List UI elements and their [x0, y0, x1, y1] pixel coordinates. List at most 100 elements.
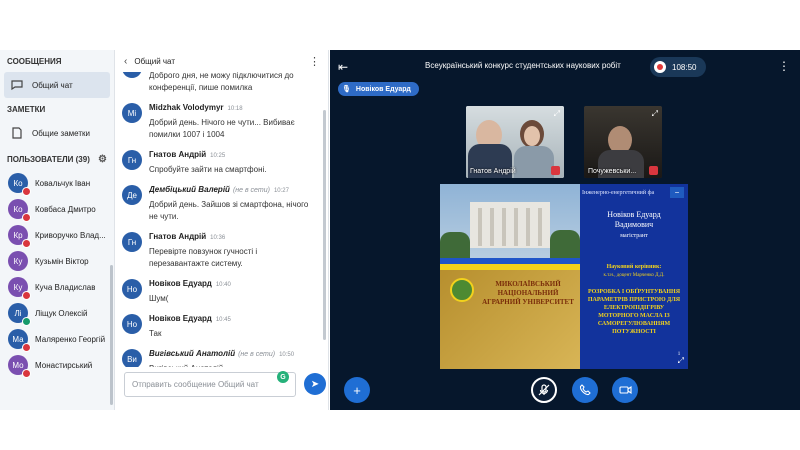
- avatar: Но: [122, 279, 142, 299]
- user-name: Ковбаса Дмитро: [35, 204, 96, 214]
- message-author: Новіков Едуард: [149, 279, 212, 288]
- avatar-initials: Лі: [14, 308, 22, 318]
- chat-scrollbar[interactable]: [323, 110, 326, 340]
- message-header: Midzhak Volodymyr 10:18: [149, 102, 316, 115]
- muted-mic-icon: [22, 369, 31, 378]
- message-header: Дембіцький Валерій (не в сети) 10:27: [149, 184, 316, 197]
- mute-button[interactable]: [531, 377, 557, 403]
- message-time: 10:25: [210, 153, 226, 159]
- minimize-presentation-icon[interactable]: −: [670, 187, 684, 198]
- slide-text-panel: Інженерно-енергетичний фа Новіков Едуард…: [580, 184, 688, 369]
- avatar-initials: Ко: [13, 178, 23, 188]
- message-time: 10:50: [279, 352, 295, 358]
- send-icon: ➤: [310, 378, 320, 390]
- more-options-icon[interactable]: ⋮: [309, 55, 320, 68]
- chevron-left-icon[interactable]: ‹: [124, 56, 127, 67]
- tile-name: Гнатов Андрій: [470, 168, 516, 175]
- message-time: 10:45: [215, 317, 231, 323]
- actions-button[interactable]: +: [344, 377, 370, 403]
- avatar: Ко: [8, 173, 31, 196]
- chat-message: Но Новіков Едуард 10:45 Так: [116, 313, 322, 340]
- muted-mic-icon: [22, 187, 31, 196]
- fullscreen-icon[interactable]: ⤢: [652, 109, 658, 119]
- message-input[interactable]: Отправить сообщение Общий чат G: [124, 371, 296, 397]
- presentation-slide[interactable]: МИКОЛАЇВСЬКИЙ НАЦІОНАЛЬНИЙ АГРАРНИЙ УНІВ…: [440, 184, 688, 369]
- user-name: Маляренко Георгій: [35, 334, 106, 344]
- user-list-item[interactable]: Ко Ковбаса Дмитро: [0, 196, 114, 222]
- avatar: Ма: [8, 329, 31, 352]
- public-chat-label: Общий чат: [32, 80, 73, 90]
- message-header: Вигівський Анатолій (не в сети) 10:50: [149, 348, 316, 361]
- chat-message: Де Дембіцький Валерій (не в сети) 10:27 Добр…: [116, 184, 322, 223]
- message-text: Перевірте повзунок гучності і перезавант…: [149, 247, 258, 268]
- record-icon: [654, 61, 666, 73]
- chat-header: ‹ Общий чат ⋮: [116, 50, 328, 72]
- avatar: Ку: [8, 251, 28, 271]
- nav-shared-notes[interactable]: Общие заметки: [4, 120, 110, 146]
- message-list: Ви Доброго дня, не можу підключитися до к…: [116, 72, 322, 367]
- user-list-scrollbar[interactable]: [110, 265, 113, 405]
- user-list-item[interactable]: Кр Криворучко Влад...: [0, 222, 114, 248]
- document-icon: [8, 127, 26, 139]
- university-building-photo: [440, 184, 580, 258]
- chat-title: Общий чат: [134, 56, 175, 66]
- message-body: Новіков Едуард 10:45 Так: [149, 313, 316, 340]
- user-name: Куча Владислав: [35, 282, 96, 292]
- meeting-header: ⇤ Всеукраїнський конкурс студентських на…: [330, 50, 800, 84]
- more-options-icon[interactable]: ⋮: [778, 59, 790, 73]
- talking-indicator: 🎙 Новіков Едуард: [338, 82, 419, 96]
- recording-indicator[interactable]: 108:50: [650, 57, 706, 77]
- meeting-area: ⇤ Всеукраїнський конкурс студентських на…: [330, 50, 800, 410]
- muted-mic-icon: [649, 166, 658, 175]
- message-text: Вигівський Анатолій: [149, 363, 316, 367]
- avatar: Ко: [8, 199, 31, 222]
- slide-advisor-label: Науковий керівник:: [606, 264, 662, 270]
- message-body: Дембіцький Валерій (не в сети) 10:27 Добрий…: [149, 184, 316, 223]
- nav-public-chat[interactable]: Общий чат: [4, 72, 110, 98]
- video-tile[interactable]: ⤢ Почужевськи...: [584, 106, 662, 178]
- user-name: Монастирський: [35, 360, 93, 370]
- message-author: Гнатов Андрій: [149, 150, 207, 159]
- user-status: (не в сети): [238, 351, 276, 358]
- avatar-initials: Ко: [13, 204, 23, 214]
- fullscreen-icon[interactable]: ⤢: [678, 356, 684, 366]
- avatar: Кр: [8, 225, 31, 248]
- user-list-item[interactable]: Ку Кузьмін Віктор: [0, 248, 114, 274]
- user-list-item[interactable]: Ку Куча Владислав: [0, 274, 114, 300]
- microphone-off-icon: [538, 384, 550, 396]
- users-heading: ПОЛЬЗОВАТЕЛИ (39): [7, 155, 90, 164]
- user-list-item[interactable]: Лі Ліщук Олексій: [0, 300, 114, 326]
- message-body: Гнатов Андрій 10:25 Спробуйте зайти на сма…: [149, 149, 316, 176]
- message-time: 10:27: [273, 188, 289, 194]
- muted-mic-icon: [22, 239, 31, 248]
- app-frame: СООБЩЕНИЯ Общий чат ЗАМЕТКИ Общие заметк…: [0, 50, 800, 410]
- message-text: Доброго дня, не можу підключитися до кон…: [149, 72, 294, 92]
- avatar: Ви: [122, 349, 142, 367]
- slide-advisor: к.т.н., доцент Марченко Д.Д.: [603, 273, 665, 278]
- message-body: Вигівський Анатолій(не в сети)10:50Вигів…: [149, 348, 316, 367]
- message-author: Гнатов Андрій: [149, 232, 207, 241]
- chat-message: Mi Midzhak Volodymyr 10:18 Добрий день. Ніч…: [116, 102, 322, 141]
- message-header: Гнатов Андрій 10:36: [149, 231, 316, 244]
- slide-student: Новіков Едуард Вадимович: [607, 210, 661, 229]
- message-text: Спробуйте зайти на смартфоні.: [149, 165, 267, 174]
- video-tile[interactable]: ⤢ Гнатов Андрій: [466, 106, 564, 178]
- chat-message: Гн Гнатов Андрій 10:36 Перевірте повзунок г…: [116, 231, 322, 270]
- audio-button[interactable]: [572, 377, 598, 403]
- muted-mic-icon: [22, 291, 31, 300]
- leave-session-icon[interactable]: ⇤: [338, 60, 348, 74]
- avatar-initials: Ку: [13, 282, 23, 292]
- muted-mic-icon: [551, 166, 560, 175]
- gear-icon[interactable]: ⚙: [98, 150, 107, 170]
- message-input-placeholder: Отправить сообщение Общий чат: [132, 380, 259, 389]
- grammar-check-icon[interactable]: G: [277, 371, 289, 383]
- fullscreen-icon[interactable]: ⤢: [554, 109, 560, 119]
- user-list-item[interactable]: Ко Ковальчук Іван: [0, 170, 114, 196]
- user-list-item[interactable]: Ма Маляренко Георгій: [0, 326, 114, 352]
- message-header: Новіков Едуард 10:45: [149, 313, 316, 326]
- talking-name: Новіков Едуард: [355, 85, 411, 93]
- chat-panel: ‹ Общий чат ⋮ Ви Доброго дня, не можу під…: [116, 50, 329, 410]
- camera-button[interactable]: [612, 377, 638, 403]
- user-list-item[interactable]: Мо Монастирський: [0, 352, 114, 378]
- send-button[interactable]: ➤: [304, 373, 326, 395]
